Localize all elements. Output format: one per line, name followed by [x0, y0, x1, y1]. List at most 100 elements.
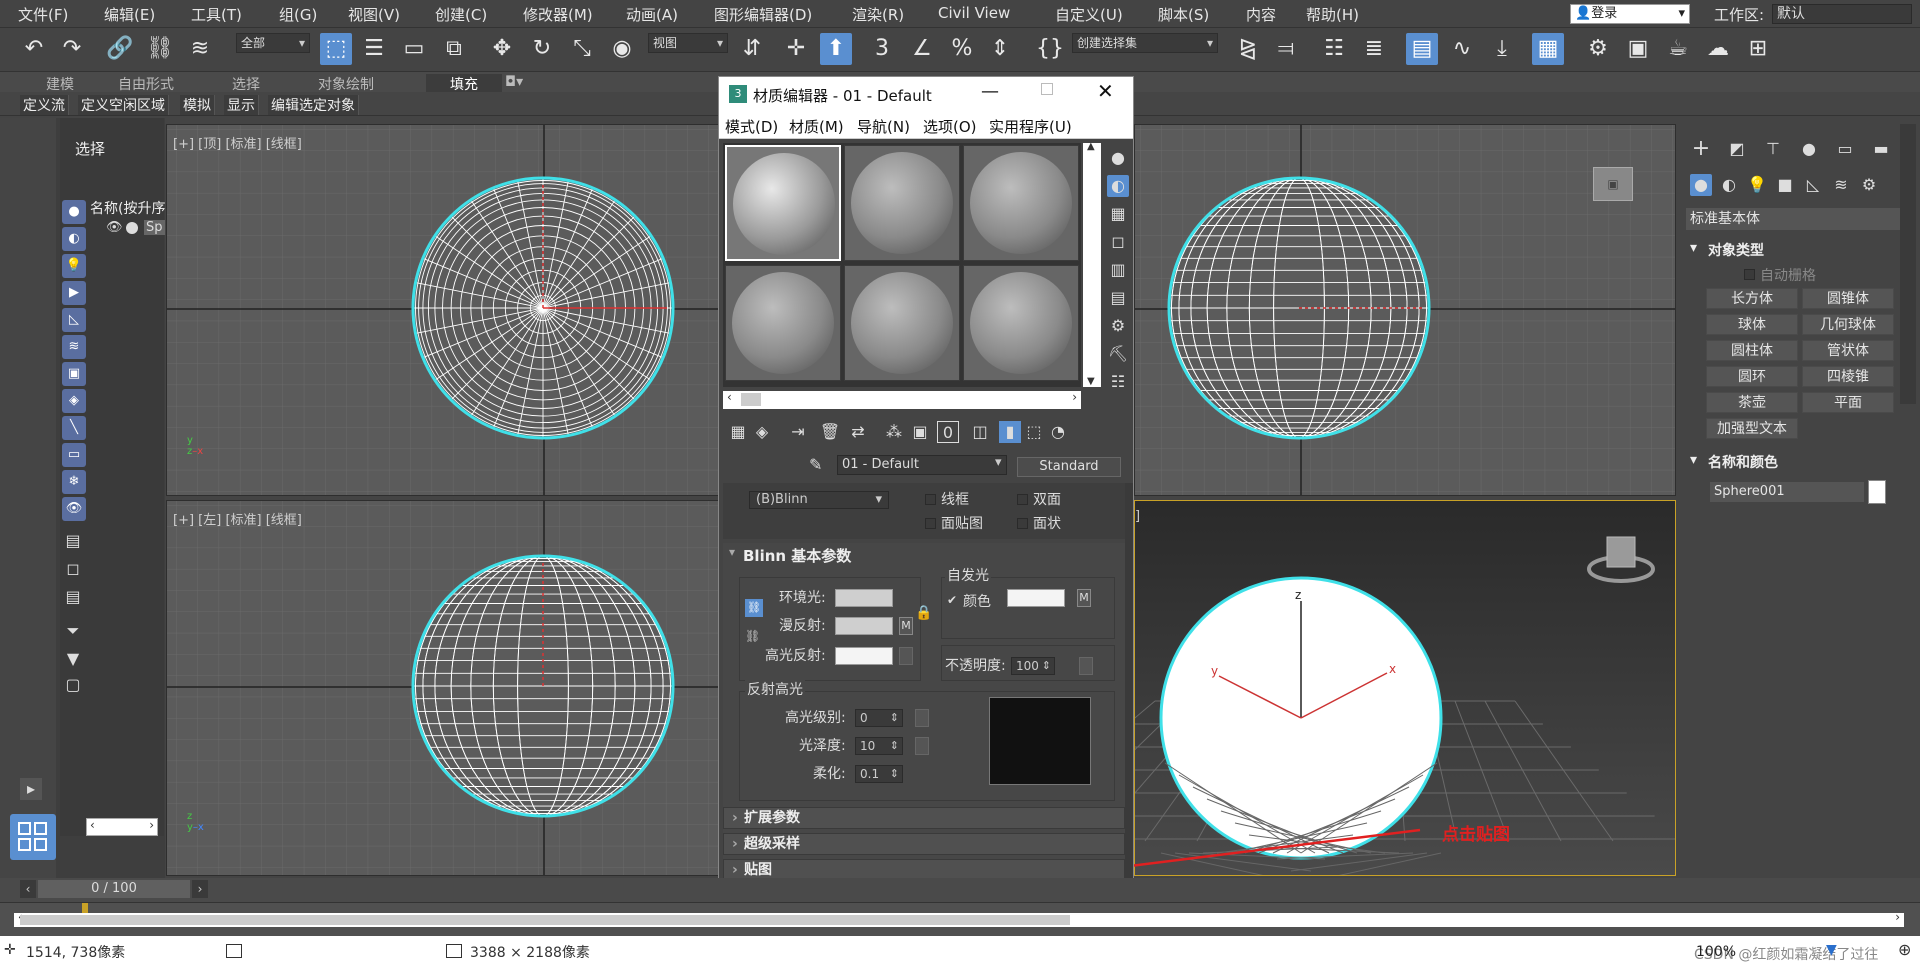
zoom-slider-icon[interactable]: ▼ [1826, 942, 1837, 958]
viewcube-icon[interactable]: ▣ [1593, 167, 1633, 201]
hierarchy-tab-icon[interactable]: ⊤ [1762, 138, 1784, 160]
viewport-top[interactable]: [+] [顶] [标准] [线框] y z–x [166, 124, 720, 496]
pyramid-button[interactable]: 四棱锥 [1802, 366, 1894, 387]
menu-content[interactable]: 内容 [1246, 4, 1276, 25]
create-tab-icon[interactable]: + [1690, 138, 1712, 160]
backlight-icon[interactable]: ◐ [1107, 175, 1129, 197]
filter-bones-icon[interactable]: ╲ [62, 416, 86, 440]
next-frame-icon[interactable]: › [192, 880, 208, 898]
select-manipulate-icon[interactable]: ✛ [780, 33, 812, 65]
material-params-scrollbar[interactable] [1125, 483, 1133, 879]
extended-params-rollout[interactable]: 扩展参数 [723, 807, 1125, 829]
menu-customize[interactable]: 自定义(U) [1055, 4, 1123, 25]
self-illum-swatch[interactable] [1007, 589, 1065, 607]
expand-arrow-icon[interactable]: ▸ [20, 778, 42, 800]
material-editor-icon[interactable]: ▦ [1532, 33, 1564, 65]
filter-particles-icon[interactable]: ❄ [62, 470, 86, 494]
maximize-icon[interactable] [1041, 83, 1053, 95]
pivot-center-icon[interactable]: ⇵ [736, 33, 768, 65]
put-to-scene-icon[interactable]: ◈ [751, 421, 773, 443]
sample-slot-2[interactable] [844, 145, 960, 261]
show-in-viewport-icon[interactable]: ◫ [969, 421, 991, 443]
place-icon[interactable]: ◉ [606, 33, 638, 65]
self-illum-checkbox[interactable]: ✔ [947, 593, 957, 607]
menu-graph-editors[interactable]: 图形编辑器(D) [714, 4, 812, 25]
options-icon[interactable]: ⚙ [1107, 315, 1129, 337]
material-type-button[interactable]: Standard [1017, 457, 1121, 477]
menu-animation[interactable]: 动画(A) [626, 4, 678, 25]
display-children-icon[interactable]: ▤ [62, 530, 84, 552]
opacity-spinner[interactable]: 100 [1011, 657, 1055, 675]
menu-help[interactable]: 帮助(H) [1306, 4, 1359, 25]
display-tab-icon[interactable]: ▭ [1834, 138, 1856, 160]
make-preview-icon[interactable]: ▤ [1107, 287, 1129, 309]
mirror-icon[interactable]: ⧎ [1232, 33, 1264, 65]
tube-button[interactable]: 管状体 [1802, 340, 1894, 361]
explorer-hscroll[interactable]: ‹ › [86, 818, 158, 836]
material-map-navigator-icon[interactable]: ☷ [1107, 371, 1129, 393]
sample-slot-6[interactable] [963, 265, 1079, 381]
explorer-row[interactable]: Sp [144, 220, 165, 235]
render-setup-icon[interactable]: ⚙ [1582, 33, 1614, 65]
go-to-parent-icon[interactable]: ⬚ [1023, 421, 1045, 443]
filter-config-icon[interactable]: ⏷ [62, 620, 84, 642]
chevron-down-icon[interactable]: ▾ [995, 455, 1002, 470]
track-bar-scroll[interactable]: ‹ › [14, 910, 1904, 927]
face-map-checkbox[interactable] [925, 518, 936, 529]
torus-button[interactable]: 圆环 [1706, 366, 1798, 387]
eyedropper-icon[interactable]: ✎ [809, 455, 822, 474]
textplus-button[interactable]: 加强型文本 [1706, 418, 1798, 439]
scale-icon[interactable]: ⤡ [566, 33, 598, 65]
viewport-left[interactable]: [+] [左] [标准] [线框] z y–x [166, 500, 720, 876]
systems-category-icon[interactable]: ⚙ [1858, 174, 1880, 196]
material-id-icon[interactable]: 0 [937, 421, 959, 443]
ribbon-toggle-icon[interactable]: ▤ [1406, 33, 1438, 65]
scroll-right-icon[interactable]: › [1072, 390, 1077, 404]
uv-tiling-icon[interactable]: ◻ [1107, 231, 1129, 253]
time-slider[interactable]: 0 / 100 [38, 880, 190, 898]
material-name-field[interactable]: 01 - Default [837, 455, 1007, 475]
lock-icon[interactable]: 🔒 [915, 605, 932, 621]
move-icon[interactable]: ✥ [486, 33, 518, 65]
filter-containers-icon[interactable]: ▭ [62, 443, 86, 467]
make-copy-icon[interactable]: ⇄ [847, 421, 869, 443]
unlink-icon[interactable]: ⛓ [144, 33, 176, 65]
snaps-toggle-icon[interactable]: 3 [866, 33, 898, 65]
box-button[interactable]: 长方体 [1706, 288, 1798, 309]
filter-cameras-icon[interactable]: ▶ [62, 281, 86, 305]
close-icon[interactable]: ✕ [1097, 79, 1114, 103]
edit-selected-button[interactable]: 编辑选定对象 [268, 95, 359, 115]
filter-icon[interactable]: ▼ [62, 648, 84, 670]
render-production-icon[interactable]: ☕ [1662, 33, 1694, 65]
folder-icon[interactable]: ▢ [62, 674, 84, 696]
menu-view[interactable]: 视图(V) [348, 4, 400, 25]
menu-material[interactable]: 材质(M) [789, 116, 844, 137]
window-crossing-icon[interactable]: ⧉ [438, 33, 470, 65]
column-name-header[interactable]: 名称(按升序 [90, 198, 165, 218]
menu-civil-view[interactable]: Civil View [938, 4, 1010, 22]
blinn-rollout-title[interactable]: Blinn 基本参数 [743, 545, 851, 566]
display-none-icon[interactable]: ◻ [62, 558, 84, 580]
rendered-frame-icon[interactable]: ▣ [1622, 33, 1654, 65]
scroll-left-icon[interactable]: ‹ [727, 390, 732, 404]
autogrid-checkbox[interactable] [1744, 269, 1755, 280]
sample-type-icon[interactable]: ● [1107, 147, 1129, 169]
panel-scrollbar[interactable] [1900, 124, 1916, 404]
schematic-view-icon[interactable]: ⤓ [1486, 33, 1518, 65]
self-illum-map-button[interactable]: M [1077, 589, 1091, 607]
filter-geometry-icon[interactable]: ● [62, 200, 86, 224]
viewport-layout-icon[interactable] [10, 814, 56, 860]
tab-populate[interactable]: 填充 [426, 74, 502, 94]
opacity-map-button[interactable] [1079, 657, 1093, 675]
undo-icon[interactable]: ↶ [18, 33, 50, 65]
filter-shapes-icon[interactable]: ◐ [62, 227, 86, 251]
geometry-category-icon[interactable]: ● [1690, 174, 1712, 196]
zoom-in-icon[interactable]: ⊕ [1898, 940, 1911, 959]
category-dropdown[interactable]: 标准基本体 [1686, 208, 1912, 230]
viewport-top-label[interactable]: [+] [顶] [标准] [线框] [173, 133, 302, 152]
prev-frame-icon[interactable]: ‹ [20, 880, 36, 898]
cylinder-button[interactable]: 圆柱体 [1706, 340, 1798, 361]
select-object-icon[interactable]: ⬚ [320, 33, 352, 65]
menu-options[interactable]: 选项(O) [923, 116, 977, 137]
chevron-down-icon[interactable]: ▾ [1690, 240, 1697, 256]
